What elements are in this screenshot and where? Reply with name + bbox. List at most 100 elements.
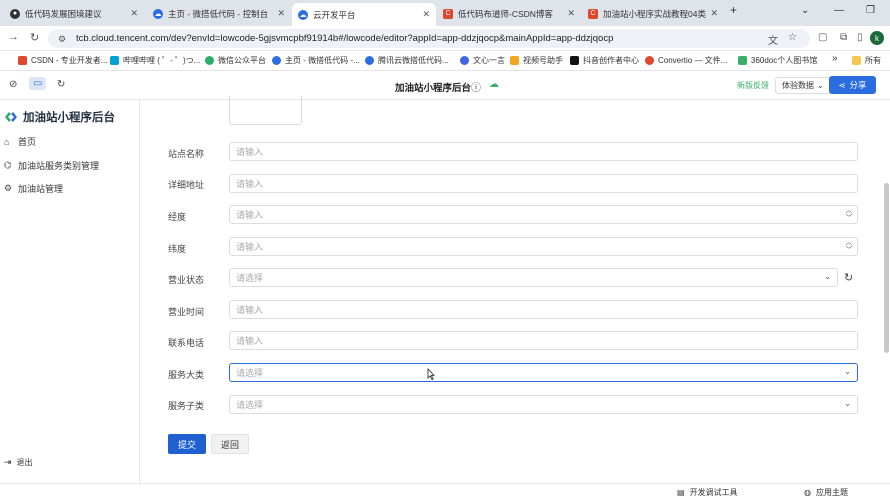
csdn-icon: C [443, 8, 453, 19]
sidebar-item-service-category[interactable]: ⌬ 加油站服务类别管理 [4, 159, 99, 172]
bookmark-item[interactable]: 腾讯云微搭低代码... [365, 55, 449, 66]
bookmark-item[interactable]: 主页 - 微搭低代码 -... [272, 55, 360, 66]
reload-icon[interactable]: ↻ [30, 31, 39, 44]
extension-icon[interactable]: ▢ [818, 32, 827, 43]
phone-input[interactable]: 请输入 [229, 331, 858, 350]
service-subcategory-placeholder: 请选择 [236, 400, 264, 410]
app-toolbar: ⊘ ▭ ↻ 加油站小程序后台 ⓘ ☁ 新版反馈 体验数据 ⌄ ⋖ 分享 [0, 71, 890, 100]
refresh-icon[interactable]: ↻ [57, 79, 65, 90]
url-field[interactable]: ⚙ tcb.cloud.tencent.com/dev?envId=lowcod… [48, 29, 810, 48]
new-tab-button[interactable]: + [730, 3, 737, 17]
puzzle-icon[interactable]: ⧉ [840, 32, 847, 43]
browser-tab-2[interactable]: ☁ 主页 - 微搭低代码 - 控制台 ✕ [147, 3, 291, 24]
sidebar-item-label: 首页 [18, 137, 37, 147]
field-label-service-subcategory: 服务子类 [168, 401, 205, 411]
address-input[interactable]: 请输入 [229, 174, 858, 193]
chevron-down-icon[interactable]: ﹀ [846, 215, 853, 223]
channels-icon [510, 56, 519, 65]
longitude-input[interactable]: 请输入 ︿ ﹀ [229, 205, 858, 224]
field-label-longitude: 经度 [168, 212, 187, 222]
back-arrow-icon[interactable]: → [8, 31, 19, 43]
latitude-placeholder: 请输入 [236, 242, 264, 252]
logout-button[interactable]: ⇥ 退出 [4, 457, 33, 468]
bilibili-icon [110, 56, 119, 65]
translate-icon[interactable]: 文 [768, 32, 778, 47]
close-icon[interactable]: ✕ [710, 8, 718, 19]
minimize-icon[interactable]: — [834, 5, 844, 16]
experience-data-dropdown[interactable]: 体验数据 ⌄ [775, 77, 831, 94]
chevron-down-icon[interactable]: ﹀ [846, 247, 853, 255]
chevron-up-icon[interactable]: ︿ [846, 239, 853, 247]
submit-button[interactable]: 提交 [168, 434, 206, 454]
latitude-input[interactable]: 请输入 ︿ ﹀ [229, 237, 858, 256]
theme-button[interactable]: ◍ 应用主题 [804, 487, 848, 498]
github-icon: ● [10, 8, 20, 19]
tab-label: 主页 - 微搭低代码 - 控制台 [168, 8, 269, 19]
bookmarks-bar: CSDN - 专业开发者... 哔哩哔哩 ( ゜- ゜)つ... 微信公众平台 … [0, 51, 890, 71]
close-icon[interactable]: ✕ [567, 8, 575, 19]
bookmark-label: 文心一言 [473, 56, 505, 65]
bookmark-item[interactable]: 哔哩哔哩 ( ゜- ゜)つ... [110, 55, 200, 66]
sidebar-item-label: 加油站管理 [18, 184, 64, 194]
bookmarks-overflow-button[interactable]: » [832, 53, 838, 64]
number-stepper[interactable]: ︿ ﹀ [843, 206, 855, 223]
station-name-input[interactable]: 请输入 [229, 142, 858, 161]
theme-label: 应用主题 [815, 488, 848, 497]
business-hours-input[interactable]: 请输入 [229, 300, 858, 319]
wechat-icon [205, 56, 214, 65]
bookmark-item[interactable]: 360doc个人图书馆 [738, 55, 817, 66]
browser-tab-1[interactable]: ● 低代码发展困境建议 ✕ [4, 3, 144, 24]
share-icon: ⋖ [838, 79, 846, 90]
cloud-icon: ☁ [153, 8, 163, 19]
star-icon[interactable]: ☆ [788, 32, 797, 43]
bookmark-label: 主页 - 微搭低代码 -... [285, 56, 360, 65]
close-icon[interactable]: ✕ [422, 9, 430, 20]
bookmark-item[interactable]: 抖音创作者中心 [570, 55, 639, 66]
desktop-view-icon[interactable]: ▭ [29, 77, 47, 90]
service-subcategory-select[interactable]: 请选择 ⌄ [229, 395, 858, 414]
tab-label: 加油站小程序实战教程04类目... [603, 8, 706, 19]
logout-icon: ⇥ [4, 457, 12, 467]
bookmark-label: 所有 [865, 56, 881, 65]
number-stepper[interactable]: ︿ ﹀ [843, 238, 855, 255]
bookmark-item[interactable]: Convertio — 文件... [645, 55, 727, 66]
doc360-icon [738, 56, 747, 65]
business-status-select[interactable]: 请选择 ⌄ [229, 268, 838, 287]
sidebar-item-home[interactable]: ⌂ 首页 [4, 135, 36, 148]
sidepanel-icon[interactable]: ▯ [857, 32, 863, 43]
service-category-select[interactable]: 请选择 ⌄ [229, 363, 858, 382]
maximize-icon[interactable]: ❐ [866, 5, 875, 16]
feedback-link[interactable]: 新版反馈 [737, 80, 769, 91]
bookmark-item[interactable]: 微信公众平台 [205, 55, 266, 66]
avatar[interactable]: k [870, 31, 884, 45]
browser-tab-3[interactable]: ☁ 云开发平台 ✕ [292, 3, 436, 26]
sidebar: 加油站小程序后台 ⌂ 首页 ⌬ 加油站服务类别管理 ⚙ 加油站管理 ⇥ 退出 [0, 100, 140, 483]
sidebar-item-station[interactable]: ⚙ 加油站管理 [4, 182, 63, 195]
devtools-button[interactable]: ▤ 开发调试工具 [677, 487, 738, 498]
cloud-sync-icon[interactable]: ☁ [489, 79, 499, 90]
bookmark-label: Convertio — 文件... [658, 56, 728, 65]
close-icon[interactable]: ✕ [130, 8, 138, 19]
tab-search-icon[interactable]: ⌄ [801, 5, 809, 16]
share-button[interactable]: ⋖ 分享 [829, 76, 876, 94]
browser-tab-4[interactable]: C 低代码布道师-CSDN博客 ✕ [437, 3, 581, 24]
bookmark-item[interactable]: CSDN - 专业开发者... [18, 55, 107, 66]
devtools-label: 开发调试工具 [689, 488, 738, 497]
business-status-placeholder: 请选择 [236, 273, 264, 283]
chevron-up-icon[interactable]: ︿ [846, 207, 853, 215]
disable-icon[interactable]: ⊘ [9, 79, 17, 90]
image-upload-box[interactable] [229, 96, 302, 125]
longitude-placeholder: 请输入 [236, 210, 264, 220]
refresh-icon[interactable]: ↻ [844, 271, 853, 284]
all-bookmarks[interactable]: 所有 [852, 55, 881, 66]
bookmark-item[interactable]: 视频号助手 [510, 55, 563, 66]
bookmark-label: CSDN - 专业开发者... [31, 56, 108, 65]
folder-icon [852, 56, 861, 65]
browser-tab-5[interactable]: C 加油站小程序实战教程04类目... ✕ [582, 3, 724, 24]
back-button[interactable]: 返回 [211, 434, 249, 454]
close-icon[interactable]: ✕ [277, 8, 285, 19]
site-info-icon[interactable]: ⚙ [58, 34, 68, 44]
bookmark-item[interactable]: 文心一言 [460, 55, 505, 66]
scrollbar[interactable] [884, 183, 889, 353]
info-icon[interactable]: ⓘ [471, 79, 481, 94]
